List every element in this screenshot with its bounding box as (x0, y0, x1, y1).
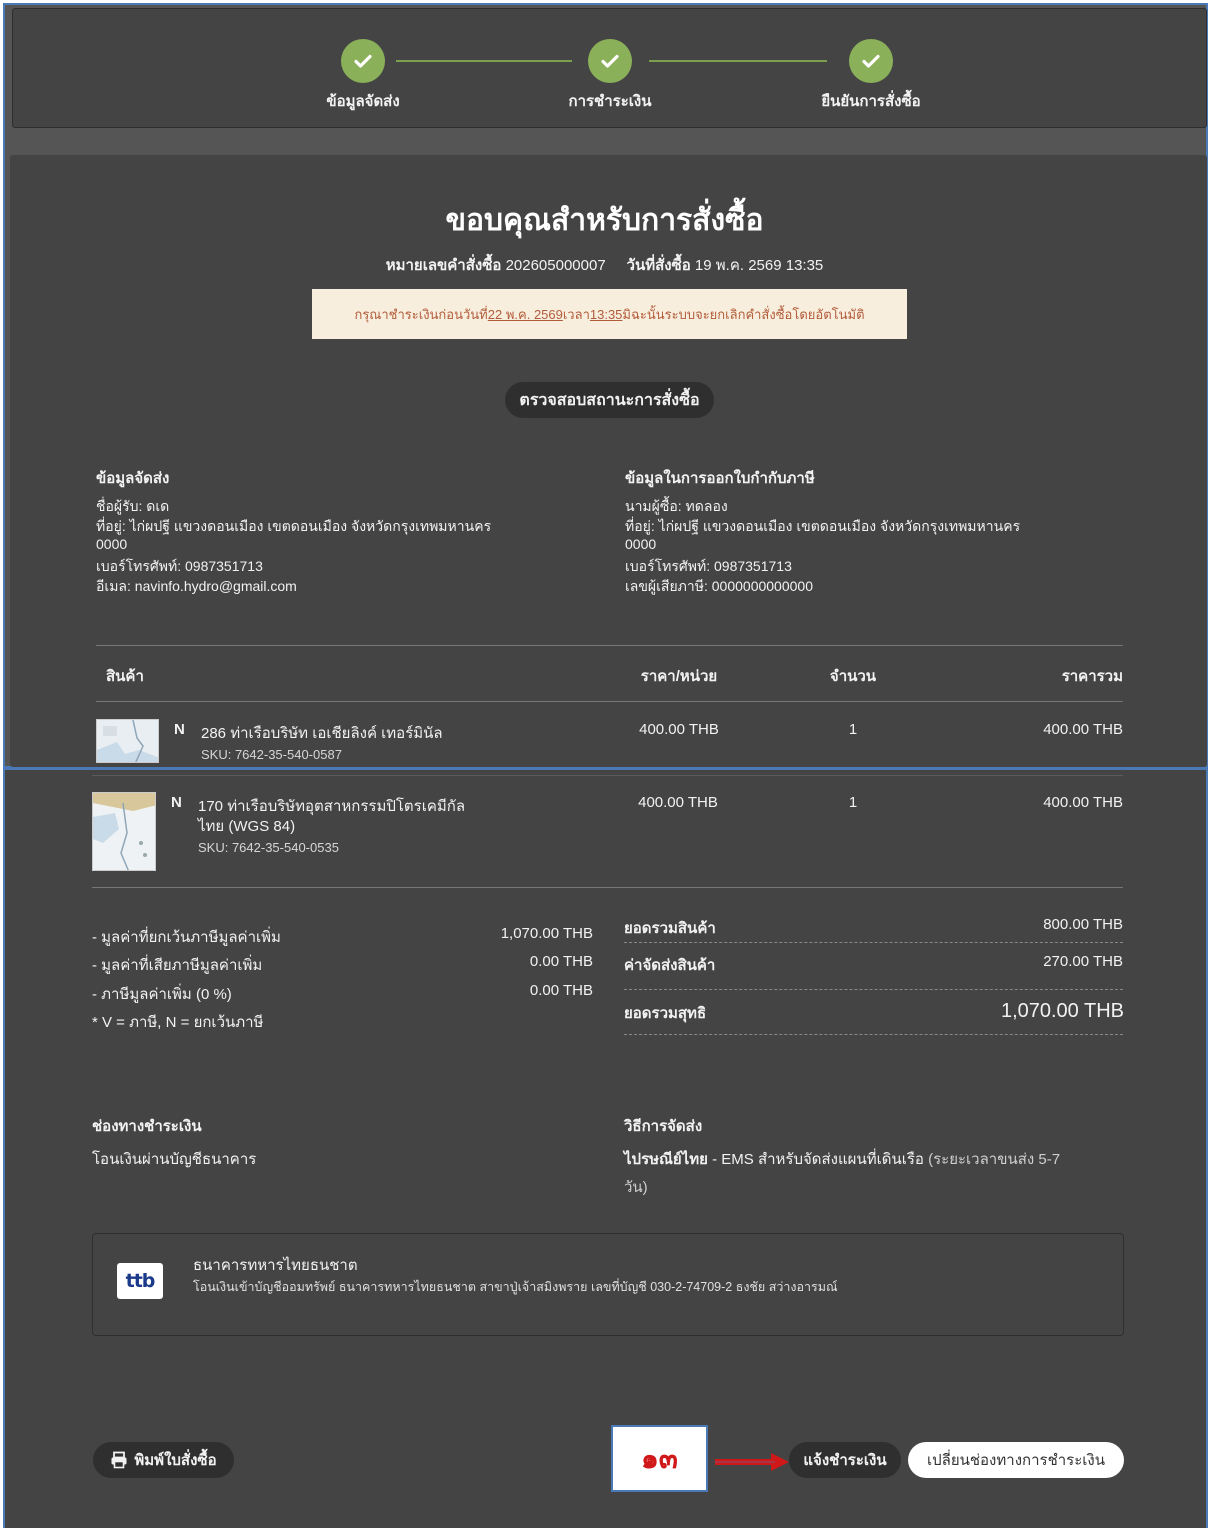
column-header-total: ราคารวม (1061, 668, 1123, 685)
delivery-duration: วัน) (624, 1179, 648, 1196)
tax-id: เลขผู้เสียภาษี: 0000000000000 (625, 578, 813, 594)
line-total: 400.00 THB (1043, 721, 1123, 738)
tax-flag: N (174, 721, 185, 738)
vat-exempt-value: 1,070.00 THB (500, 925, 593, 942)
order-number: 202605000007 (505, 257, 606, 274)
step-label: ข้อมูลจัดส่ง (326, 93, 400, 110)
notice-deadline-date: 22 พ.ค. 2569 (487, 306, 563, 322)
delivery-method: ไปรษณีย์ไทย - EMS สำหรับจัดส่งแผนที่เดิน… (624, 1147, 1060, 1171)
shipping-fee-value: 270.00 THB (1043, 953, 1123, 970)
order-date-label: วันที่สั่งซื้อ (626, 257, 691, 274)
notice-deadline-time: 13:35 (589, 306, 623, 322)
vat-exempt-label: - มูลค่าที่ยกเว้นภาษีมูลค่าเพิ่ม (92, 929, 281, 946)
order-number-label: หมายเลขคำสั่งซื้อ (385, 257, 502, 274)
delivery-method-heading: วิธีการจัดส่ง (624, 1118, 703, 1135)
payment-deadline-notice: กรุณาชำระเงินก่อนวันที่ 22 พ.ค. 2569 เวล… (312, 289, 907, 339)
step-shipping-info[interactable]: ข้อมูลจัดส่ง (263, 39, 463, 113)
order-meta: หมายเลขคำสั่งซื้อ 202605000007 วันที่สั่… (0, 253, 1209, 277)
table-divider (92, 775, 1123, 776)
delivery-carrier: ไปรษณีย์ไทย (624, 1151, 708, 1168)
annotation-arrow-icon (715, 1453, 789, 1471)
step-confirm-order[interactable]: ยืนยันการสั่งซื้อ (771, 39, 971, 113)
step-payment[interactable]: การชำระเงิน (510, 39, 710, 113)
subtotal-label: ยอดรวมสินค้า (624, 920, 716, 937)
vat-value: 0.00 THB (529, 982, 593, 999)
shipping-email: อีเมล: navinfo.hydro@gmail.com (96, 578, 297, 594)
line-total: 400.00 THB (1043, 794, 1123, 811)
payment-channel-heading: ช่องทางชำระเงิน (92, 1118, 202, 1135)
vat-taxable-value: 0.00 THB (529, 953, 593, 970)
receiver-name: ชื่อผู้รับ: ดเด (96, 498, 170, 514)
subtotal-value: 800.00 THB (1043, 916, 1123, 933)
tax-postcode: 0000 (625, 536, 657, 552)
shipping-postcode: 0000 (96, 536, 128, 552)
bank-name: ธนาคารทหารไทยธนชาต (193, 1257, 358, 1274)
unit-price: 400.00 THB (638, 794, 718, 811)
tax-phone: เบอร์โทรศัพท์: 0987351713 (625, 558, 792, 574)
step-label: การชำระเงิน (568, 93, 652, 110)
table-divider (96, 701, 1123, 702)
net-total-label: ยอดรวมสุทธิ (624, 1005, 707, 1022)
checkout-stepper: ข้อมูลจัดส่ง การชำระเงิน ยืนยันการสั่งซื… (12, 8, 1207, 128)
printer-icon (111, 1451, 127, 1469)
order-date: 19 พ.ค. 2569 13:35 (694, 257, 824, 274)
check-icon (341, 39, 385, 83)
tax-address: ที่อยู่: ไก่ผปฐี แขวงดอนเมือง เขตดอนเมือ… (625, 518, 1021, 534)
check-order-status-button[interactable]: ตรวจสอบสถานะการสั่งซื้อ (505, 382, 714, 418)
step-label: ยืนยันการสั่งซื้อ (821, 93, 921, 110)
quantity: 1 (848, 794, 858, 811)
unit-price: 400.00 THB (639, 721, 719, 738)
delivery-detail: - EMS สำหรับจัดส่งแผนที่เดินเรือ (707, 1151, 924, 1168)
buyer-name: นามผู้ซื้อ: ทดลอง (625, 498, 728, 514)
totals-divider (624, 1034, 1123, 1035)
page-title: ขอบคุณสำหรับการสั่งซื้อ (445, 204, 764, 237)
vat-label: - ภาษีมูลค่าเพิ่ม (0 %) (92, 986, 232, 1003)
product-name[interactable]: 286 ท่าเรือบริษัท เอเชียลิงค์ เทอร์มินัล (201, 721, 443, 745)
product-thumbnail[interactable] (96, 719, 159, 763)
vat-taxable-label: - มูลค่าที่เสียภาษีมูลค่าเพิ่ม (92, 957, 263, 974)
check-icon (849, 39, 893, 83)
delivery-duration: (ระยะเวลาขนส่ง 5-7 (923, 1151, 1061, 1168)
change-payment-method-button[interactable]: เปลี่ยนช่องทางการชำระเงิน (908, 1442, 1124, 1478)
vat-note: * V = ภาษี, N = ยกเว้นภาษี (92, 1014, 264, 1031)
column-header-quantity: จำนวน (829, 668, 877, 685)
product-thumbnail[interactable] (92, 792, 156, 871)
product-sku: SKU: 7642-35-540-0535 (198, 840, 339, 855)
product-sku: SKU: 7642-35-540-0587 (201, 747, 342, 762)
shipping-address: ที่อยู่: ไก่ผปฐี แขวงดอนเมือง เขตดอนเมือ… (96, 518, 492, 534)
table-divider (96, 645, 1123, 646)
quantity: 1 (848, 721, 858, 738)
notice-text: เวลา (562, 306, 590, 322)
column-header-unit-price: ราคา/หน่วย (640, 668, 718, 685)
check-icon (588, 39, 632, 83)
shipping-phone: เบอร์โทรศัพท์: 0987351713 (96, 558, 263, 574)
print-order-button[interactable]: พิมพ์ใบสั่งซื้อ (93, 1442, 234, 1478)
notice-text: มิฉะนั้นระบบจะยกเลิกคำสั่งซื้อโดยอัตโนมั… (622, 306, 865, 322)
bank-account-detail: โอนเงินเข้าบัญชีออมทรัพย์ ธนาคารทหารไทยธ… (193, 1280, 838, 1294)
payment-method: โอนเงินผ่านบัญชีธนาคาร (92, 1151, 257, 1168)
shipping-fee-label: ค่าจัดส่งสินค้า (624, 957, 716, 974)
notice-text: กรุณาชำระเงินก่อนวันที่ (354, 306, 488, 322)
totals-divider (624, 989, 1123, 990)
shipping-info-heading: ข้อมูลจัดส่ง (96, 470, 170, 487)
tax-flag: N (171, 794, 182, 811)
notify-payment-button[interactable]: แจ้งชำระเงิน (789, 1442, 901, 1478)
totals-divider (624, 942, 1123, 943)
ttb-bank-logo: ttb (117, 1263, 163, 1299)
product-name[interactable]: ไทย (WGS 84) (198, 814, 295, 838)
net-total-value: 1,070.00 THB (1000, 1000, 1124, 1022)
column-header-product: สินค้า (106, 668, 144, 685)
tax-invoice-heading: ข้อมูลในการออกใบกำกับภาษี (625, 470, 815, 487)
annotation-step-number: ๑๓ (611, 1425, 708, 1492)
print-order-label: พิมพ์ใบสั่งซื้อ (134, 1452, 217, 1469)
table-divider (92, 887, 1123, 888)
